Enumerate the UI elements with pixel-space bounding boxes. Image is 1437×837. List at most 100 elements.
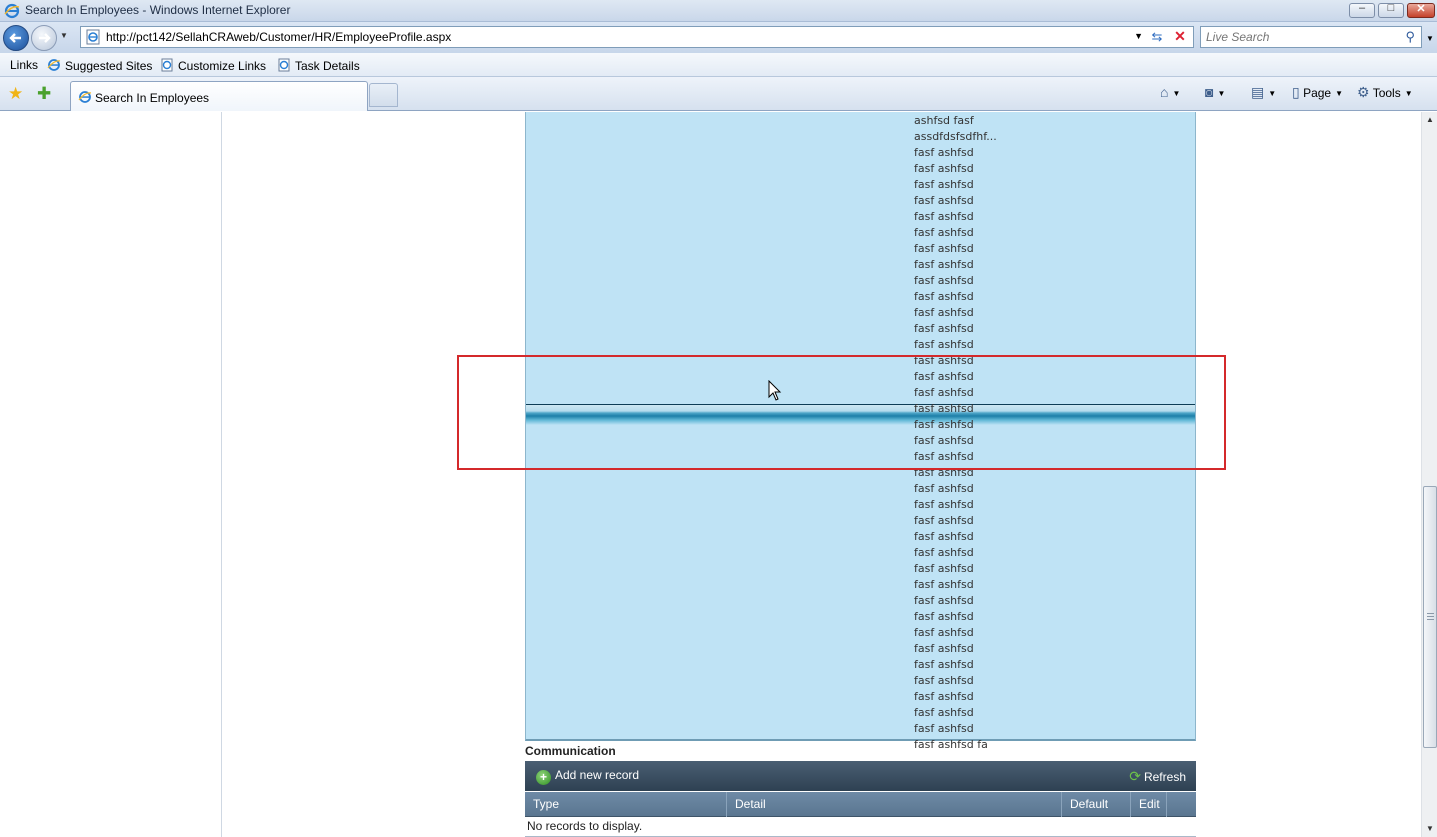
communication-toolbar: + Add new record ⟳ Refresh [525, 761, 1196, 791]
list-item[interactable]: fasf ashfsd [914, 513, 974, 529]
scroll-down-arrow-icon[interactable]: ▼ [1422, 821, 1437, 837]
link-label: Customize Links [178, 59, 267, 73]
list-item[interactable]: fasf ashfsd [914, 721, 974, 737]
list-item[interactable]: fasf ashfsd [914, 689, 974, 705]
communication-section-title: Communication [525, 744, 616, 758]
refresh-button[interactable]: ⟳ Refresh [1129, 768, 1186, 785]
tab-label: Search In Employees [95, 91, 210, 105]
tools-menu[interactable]: ⚙ Tools ▼ [1357, 84, 1413, 101]
close-button[interactable]: ✕ [1407, 3, 1435, 18]
refresh-icon[interactable]: ⇆ [1147, 29, 1167, 45]
list-item[interactable]: fasf ashfsd [914, 257, 974, 273]
maximize-button[interactable]: □ [1378, 2, 1404, 18]
column-header-type[interactable]: Type [525, 792, 727, 817]
new-tab-button[interactable] [369, 83, 398, 107]
live-search-box[interactable]: ⚲ [1200, 26, 1422, 48]
list-item[interactable]: fasf ashfsd [914, 289, 974, 305]
list-item[interactable]: fasf ashfsd [914, 561, 974, 577]
list-item[interactable]: fasf ashfsd [914, 273, 974, 289]
left-column-divider [221, 112, 222, 837]
list-item[interactable]: fasf ashfsd [914, 529, 974, 545]
history-dropdown-icon[interactable]: ▼ [60, 31, 68, 40]
home-icon: ⌂ [1160, 84, 1169, 100]
list-item[interactable]: fasf ashfsd [914, 145, 974, 161]
list-item[interactable]: fasf ashfsd [914, 193, 974, 209]
list-item[interactable]: fasf ashfsd [914, 481, 974, 497]
list-item[interactable]: fasf ashfsd [914, 321, 974, 337]
list-item[interactable]: fasf ashfsd [914, 577, 974, 593]
list-item[interactable]: fasf ashfsd [914, 337, 974, 353]
page-icon [86, 29, 100, 45]
search-icon[interactable]: ⚲ [1405, 29, 1415, 45]
chevron-down-icon: ▼ [1404, 89, 1413, 98]
ie-logo-icon [4, 3, 20, 19]
chevron-down-icon: ▼ [1172, 89, 1181, 98]
url-text[interactable]: http://pct142/SellahCRAweb/Customer/HR/E… [106, 30, 451, 44]
list-item[interactable]: ashfsd fasf [914, 113, 974, 129]
list-item[interactable]: fasf ashfsd [914, 241, 974, 257]
list-item[interactable]: fasf ashfsd [914, 705, 974, 721]
column-header-default[interactable]: Default [1062, 792, 1131, 817]
address-bar: ▼ http://pct142/SellahCRAweb/Customer/HR… [0, 22, 1437, 53]
list-item[interactable]: fasf ashfsd [914, 497, 974, 513]
links-label[interactable]: Links [10, 58, 38, 72]
column-header-detail[interactable]: Detail [727, 792, 1062, 817]
list-item[interactable]: fasf ashfsd [914, 177, 974, 193]
page-menu-label: Page [1303, 86, 1332, 100]
search-input[interactable] [1206, 30, 1396, 44]
refresh-label: Refresh [1143, 770, 1186, 784]
print-button[interactable]: ▤ ▼ [1251, 84, 1276, 101]
close-icon: ✕ [1416, 3, 1426, 15]
column-header-edit[interactable]: Edit [1131, 792, 1167, 817]
back-button[interactable] [3, 25, 29, 51]
minimize-icon: – [1358, 2, 1366, 14]
scrollbar-thumb[interactable] [1423, 486, 1437, 748]
list-item[interactable]: fasf ashfsd [914, 657, 974, 673]
scroll-up-arrow-icon[interactable]: ▲ [1422, 112, 1437, 128]
refresh-icon: ⟳ [1129, 768, 1141, 784]
list-item[interactable]: fasf ashfsd fa [914, 737, 988, 753]
vertical-scrollbar[interactable]: ▲ ▼ [1421, 112, 1437, 837]
address-dropdown-icon[interactable]: ▼ [1134, 31, 1143, 41]
address-field[interactable]: http://pct142/SellahCRAweb/Customer/HR/E… [80, 26, 1194, 48]
link-task-details[interactable]: Task Details [277, 58, 360, 73]
annotation-highlight-box [457, 355, 1226, 470]
list-item[interactable]: fasf ashfsd [914, 609, 974, 625]
title-bar: Search In Employees - Windows Internet E… [0, 0, 1437, 22]
add-favorites-icon[interactable]: ✚ [37, 84, 51, 104]
forward-button[interactable] [31, 25, 57, 51]
back-arrow-icon [9, 33, 21, 43]
link-suggested-sites[interactable]: Suggested Sites [47, 58, 152, 73]
list-item[interactable]: fasf ashfsd [914, 209, 974, 225]
mouse-cursor-icon [768, 380, 782, 401]
link-customize-links[interactable]: Customize Links [160, 58, 266, 73]
forward-arrow-icon [39, 33, 51, 43]
ie-page-icon [78, 91, 92, 103]
chevron-down-icon: ▼ [1335, 89, 1344, 98]
list-item[interactable]: fasf ashfsd [914, 305, 974, 321]
tab-search-in-employees[interactable]: Search In Employees [70, 81, 368, 111]
list-item[interactable]: fasf ashfsd [914, 641, 974, 657]
search-options-dropdown-icon[interactable]: ▼ [1426, 34, 1434, 43]
list-item[interactable]: fasf ashfsd [914, 593, 974, 609]
list-item[interactable]: fasf ashfsd [914, 673, 974, 689]
home-button[interactable]: ⌂ ▼ [1160, 84, 1180, 100]
minimize-button[interactable]: – [1349, 2, 1375, 18]
list-item[interactable]: fasf ashfsd [914, 161, 974, 177]
link-label: Task Details [295, 59, 360, 73]
printer-icon: ▤ [1251, 84, 1265, 100]
feeds-button[interactable]: ◙ ▼ [1205, 84, 1225, 100]
ie-page-icon [278, 58, 290, 72]
page-menu[interactable]: ▯ Page ▼ [1292, 84, 1343, 101]
list-item[interactable]: fasf ashfsd [914, 545, 974, 561]
list-item[interactable]: fasf ashfsd [914, 225, 974, 241]
ie-page-icon [47, 59, 61, 71]
add-new-record-button[interactable]: + Add new record [536, 768, 639, 785]
add-new-record-label: Add new record [555, 768, 640, 782]
favorites-star-icon[interactable]: ★ [8, 84, 23, 104]
list-item[interactable]: assdfdsfsdfhf... [914, 129, 997, 145]
gear-icon: ⚙ [1357, 84, 1370, 100]
list-item[interactable]: fasf ashfsd [914, 625, 974, 641]
stop-icon[interactable]: ✕ [1170, 28, 1190, 46]
page-icon: ▯ [1292, 84, 1300, 100]
